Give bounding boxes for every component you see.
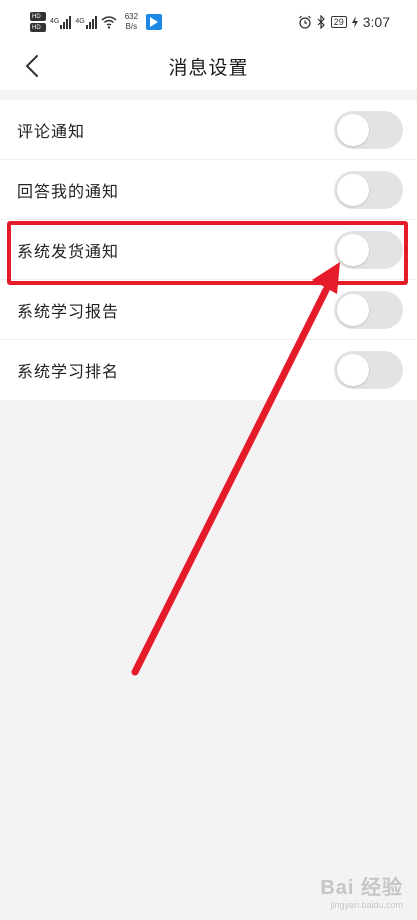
study-report-toggle[interactable] [334,291,403,329]
setting-label: 系统发货通知 [17,241,120,261]
wifi-icon [101,16,117,29]
toggle-knob [337,174,369,206]
network-speed-value: 632 [124,12,139,21]
nav-header: 消息设置 [0,44,417,90]
signal-4g-1: 4G [50,15,72,29]
toggle-knob [337,294,369,326]
watermark: Bai 经验 jingyan.baidu.com [320,871,403,910]
setting-label: 回答我的通知 [17,181,120,201]
app-notification-icon [146,14,163,30]
setting-label: 评论通知 [17,121,86,141]
settings-list: 评论通知 回答我的通知 系统发货通知 系统学习报告 系统学习排名 [0,100,417,400]
watermark-logo: Bai 经验 [320,877,403,899]
reply-notification-toggle[interactable] [334,171,403,209]
hd-icon: HD [30,12,46,21]
watermark-url: jingyan.baidu.com [330,900,403,910]
setting-row-comment: 评论通知 [0,100,417,160]
network-speed-unit: B/s [125,22,138,31]
hd-indicators: HD HD [30,12,46,32]
bluetooth-icon [317,15,325,29]
signal-4g-2: 4G [75,15,97,29]
clock: 3:07 [362,14,390,30]
network-type-label: 4G [50,18,60,25]
hd-icon: HD [30,23,46,32]
network-type-label: 4G [75,18,85,25]
setting-label: 系统学习排名 [17,362,120,381]
status-bar-left: HD HD 4G 4G 632 B/s [30,10,163,34]
network-speed: 632 B/s [125,12,138,32]
alarm-icon [298,15,311,29]
setting-row-study-report: 系统学习报告 [0,280,417,340]
study-ranking-toggle[interactable] [334,351,403,389]
setting-label: 系统学习报告 [17,301,120,321]
signal-icon [60,15,72,29]
shipping-notification-toggle[interactable] [334,231,403,269]
status-bar: HD HD 4G 4G 632 B/s 29 3:07 [0,0,417,44]
setting-row-study-ranking: 系统学习排名 [0,340,417,400]
setting-row-reply: 回答我的通知 [0,160,417,220]
status-bar-right: 29 3:07 [298,12,390,32]
toggle-knob [337,234,369,266]
page-title: 消息设置 [168,57,249,79]
signal-icon [85,15,97,29]
charging-icon [351,16,358,28]
comment-notification-toggle[interactable] [334,111,403,149]
toggle-knob [337,354,369,386]
toggle-knob [337,114,369,146]
setting-row-shipping: 系统发货通知 [0,220,417,280]
battery-level: 29 [330,16,347,28]
